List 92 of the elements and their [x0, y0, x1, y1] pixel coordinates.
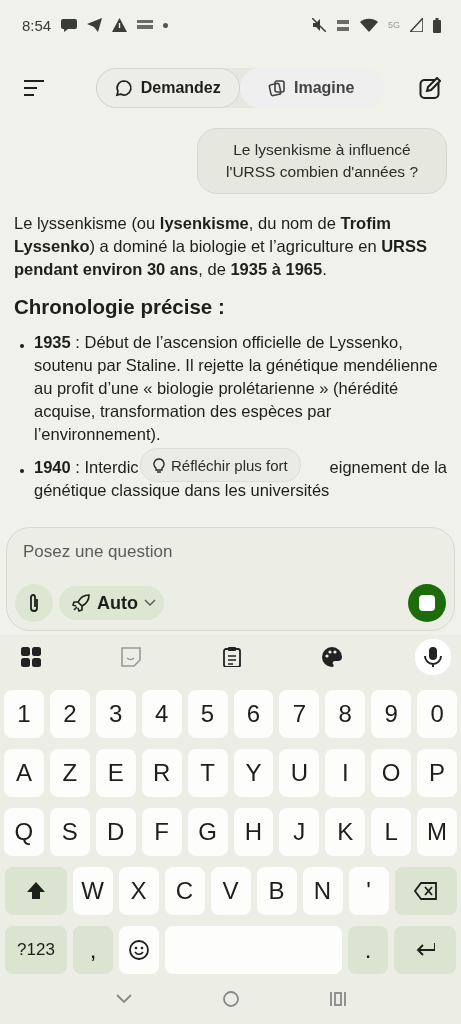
bullet-icon — [20, 469, 24, 473]
notification-icon — [137, 20, 154, 30]
menu-icon — [24, 79, 44, 97]
keyboard-key[interactable]: F — [141, 808, 182, 856]
palette-icon — [321, 647, 342, 667]
keyboard-key[interactable]: 7 — [279, 690, 320, 738]
attach-button[interactable] — [15, 584, 53, 622]
emoji-key[interactable] — [119, 926, 159, 974]
keyboard-key[interactable]: G — [187, 808, 228, 856]
backspace-key[interactable] — [394, 867, 457, 915]
keyboard-key[interactable]: ?123 — [5, 926, 67, 974]
wifi-icon — [360, 18, 378, 32]
keyboard-key[interactable]: K — [325, 808, 366, 856]
mode-tab[interactable]: Demandez — [96, 68, 240, 108]
keyboard-key[interactable]: 2 — [49, 690, 90, 738]
keyboard-key[interactable]: H — [233, 808, 274, 856]
section-heading: Chronologie précise : — [14, 295, 226, 319]
think-harder-button[interactable]: Réfléchir plus fort — [140, 448, 301, 482]
mute-icon — [312, 18, 326, 32]
send-icon — [87, 18, 103, 32]
bullet-icon — [20, 344, 24, 348]
edit-icon — [419, 77, 441, 99]
keyboard-key[interactable]: 9 — [371, 690, 412, 738]
keyboard-key[interactable]: A — [3, 749, 44, 797]
question-field[interactable]: Posez une question — [15, 540, 446, 564]
keyboard-key[interactable]: Q — [3, 808, 44, 856]
keyboard-key[interactable]: R — [141, 749, 182, 797]
stop-icon — [419, 595, 435, 611]
keyboard-key[interactable]: C — [164, 867, 205, 915]
lightbulb-icon — [153, 457, 165, 473]
keyboard-key[interactable]: Z — [49, 749, 90, 797]
network-label: 5G — [388, 20, 400, 30]
keyboard-key[interactable]: 0 — [417, 690, 458, 738]
list-item-text: 1940 : Interdic — [34, 457, 139, 478]
enter-key[interactable] — [394, 926, 456, 974]
shift-icon — [25, 881, 46, 901]
list-item-text: 1935 : Début de l’ascension officielle de Lyssenko, soutenu par Staline. Il rejette la génétique mendélienne au profit d’une « biologie prolétarienne » (hérédité acquise, transformation des espèces par l’environnement). — [34, 333, 438, 443]
apps-icon — [21, 647, 41, 667]
keyboard-key[interactable]: I — [325, 749, 366, 797]
keyboard-key[interactable]: E — [95, 749, 136, 797]
keyboard-key[interactable]: S — [49, 808, 90, 856]
clock: 8:54 — [22, 16, 52, 34]
paperclip-icon — [27, 593, 41, 613]
chevron-down-icon — [144, 599, 156, 607]
keyboard-key[interactable]: . — [348, 926, 388, 974]
keyboard-key[interactable]: 6 — [233, 690, 274, 738]
keyboard-key[interactable]: B — [256, 867, 297, 915]
keyboard-key[interactable]: P — [417, 749, 458, 797]
stop-button[interactable] — [408, 584, 446, 622]
microphone-button[interactable] — [415, 639, 451, 675]
chevron-down-icon — [115, 994, 132, 1004]
keyboard-key[interactable]: , — [73, 926, 113, 974]
keyboard-key[interactable]: W — [72, 867, 113, 915]
images-icon — [268, 79, 286, 97]
keyboard-key[interactable]: U — [279, 749, 320, 797]
signal-icon — [410, 18, 423, 32]
home-icon — [222, 991, 239, 1007]
keyboard-key[interactable]: N — [302, 867, 343, 915]
keyboard-key[interactable]: Y — [233, 749, 274, 797]
keyboard-key[interactable]: T — [187, 749, 228, 797]
message-icon — [61, 18, 78, 32]
backspace-icon — [414, 881, 437, 901]
keyboard-key[interactable]: D — [95, 808, 136, 856]
battery-icon — [433, 17, 441, 33]
warning-icon — [112, 18, 128, 32]
list-item-text: génétique classique dans les universités — [34, 480, 331, 501]
answer-paragraph: Le lyssenkisme (ou lysenkisme, du nom de Trofim Lyssenko) a dominé la biologie et l’agriculture en URSS pendant environ 30 ans, de 1935 à 1965. — [14, 213, 429, 280]
keyboard-key[interactable]: 8 — [325, 690, 366, 738]
microphone-icon — [423, 647, 443, 667]
model-selector[interactable]: Auto — [59, 586, 164, 620]
keyboard-key[interactable]: 1 — [3, 690, 44, 738]
shift-key[interactable] — [4, 867, 67, 915]
keyboard-key[interactable]: L — [371, 808, 412, 856]
keyboard-key[interactable]: X — [118, 867, 159, 915]
clipboard-icon — [221, 647, 242, 667]
list-item-text: eignement de la — [329, 457, 447, 478]
keyboard-key[interactable]: O — [371, 749, 412, 797]
keyboard-key[interactable]: 4 — [141, 690, 182, 738]
user-message: Le lysenkisme à influencé l'URSS combien d'années ? — [197, 128, 447, 194]
sticker-icon — [121, 647, 142, 667]
chat-icon — [114, 79, 133, 97]
rocket-icon — [71, 593, 91, 613]
keyboard-key[interactable]: J — [279, 808, 320, 856]
keyboard-key[interactable]: 3 — [95, 690, 136, 738]
dot-icon — [163, 22, 169, 28]
recents-icon — [329, 991, 346, 1007]
keyboard-key[interactable]: M — [417, 808, 458, 856]
keyboard-key[interactable]: V — [210, 867, 251, 915]
keyboard-key[interactable]: 5 — [187, 690, 228, 738]
emoji-icon — [129, 940, 149, 960]
mode-tab[interactable]: Imagine — [239, 68, 383, 108]
keyboard-key[interactable]: ' — [348, 867, 389, 915]
